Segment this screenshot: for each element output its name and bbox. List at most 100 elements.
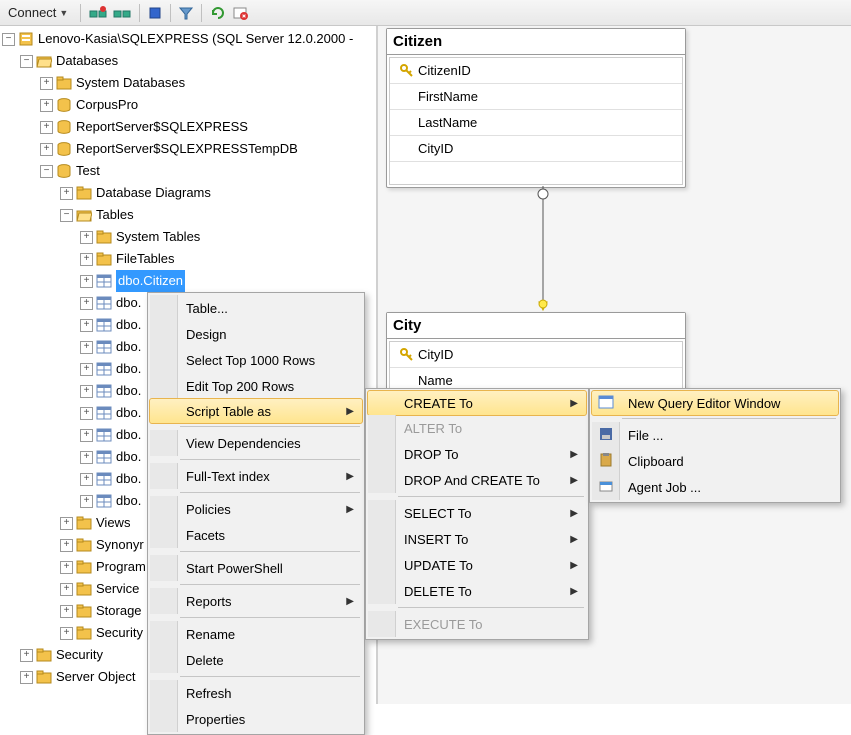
expand-systables[interactable]: + bbox=[80, 231, 93, 244]
menu-clipboard[interactable]: Clipboard bbox=[592, 448, 838, 474]
corpuspro-node[interactable]: CorpusPro bbox=[76, 94, 138, 116]
dbo-node[interactable]: dbo. bbox=[116, 490, 141, 512]
table-citizen[interactable]: Citizen CitizenID FirstName LastName Cit… bbox=[386, 28, 686, 188]
col-name[interactable]: Name bbox=[418, 373, 453, 388]
submenu-arrow-icon: ▶ bbox=[570, 449, 578, 460]
security-inner-node[interactable]: Security bbox=[96, 622, 143, 644]
tables-node[interactable]: Tables bbox=[96, 204, 134, 226]
menu-insert-to[interactable]: INSERT To▶ bbox=[368, 526, 586, 552]
menu-design[interactable]: Design bbox=[150, 321, 362, 347]
col-cityid[interactable]: CityID bbox=[418, 347, 453, 362]
menu-delete[interactable]: Delete bbox=[150, 647, 362, 673]
expand-sysdb[interactable]: + bbox=[40, 77, 53, 90]
dbo-node[interactable]: dbo. bbox=[116, 336, 141, 358]
menu-facets[interactable]: Facets bbox=[150, 522, 362, 548]
table-icon bbox=[96, 339, 112, 355]
submenu-arrow-icon: ▶ bbox=[346, 504, 354, 515]
disconnect-icon[interactable] bbox=[89, 4, 107, 21]
dbo-node[interactable]: dbo. bbox=[116, 424, 141, 446]
query-window-icon bbox=[598, 394, 614, 413]
menu-start-powershell[interactable]: Start PowerShell bbox=[150, 555, 362, 581]
server-node[interactable]: Lenovo-Kasia\SQLEXPRESS (SQL Server 12.0… bbox=[38, 28, 353, 50]
menu-view-dependencies[interactable]: View Dependencies bbox=[150, 430, 362, 456]
menu-reports[interactable]: Reports▶ bbox=[150, 588, 362, 614]
submenu-arrow-icon: ▶ bbox=[346, 471, 354, 482]
dbo-node[interactable]: dbo. bbox=[116, 402, 141, 424]
col-firstname[interactable]: FirstName bbox=[418, 89, 478, 104]
service-node[interactable]: Service bbox=[96, 578, 139, 600]
filter-icon[interactable] bbox=[179, 5, 193, 21]
menu-properties[interactable]: Properties bbox=[150, 706, 362, 732]
expand-report1[interactable]: + bbox=[40, 121, 53, 134]
col-cityid-fk[interactable]: CityID bbox=[418, 141, 453, 156]
dbo-node[interactable]: dbo. bbox=[116, 358, 141, 380]
folder-icon bbox=[76, 581, 92, 597]
menu-script-table-as[interactable]: Script Table as▶ bbox=[149, 398, 363, 424]
collapse-databases[interactable]: − bbox=[20, 55, 33, 68]
expand-report2[interactable]: + bbox=[40, 143, 53, 156]
expand-dbo-citizen[interactable]: + bbox=[80, 275, 93, 288]
report1-node[interactable]: ReportServer$SQLEXPRESS bbox=[76, 116, 248, 138]
disconnect-all-icon[interactable] bbox=[113, 4, 131, 21]
dbo-node[interactable]: dbo. bbox=[116, 446, 141, 468]
menu-rename[interactable]: Rename bbox=[150, 621, 362, 647]
col-lastname[interactable]: LastName bbox=[418, 115, 477, 130]
filetables-node[interactable]: FileTables bbox=[116, 248, 175, 270]
menu-create-to[interactable]: CREATE To▶ bbox=[367, 390, 587, 416]
activity-icon[interactable] bbox=[232, 4, 248, 21]
connect-label: Connect bbox=[8, 5, 56, 20]
submenu-arrow-icon: ▶ bbox=[346, 596, 354, 607]
dbo-node[interactable]: dbo. bbox=[116, 468, 141, 490]
menu-agent-job[interactable]: Agent Job ... bbox=[592, 474, 838, 500]
table-icon bbox=[96, 295, 112, 311]
system-databases-node[interactable]: System Databases bbox=[76, 72, 185, 94]
databases-node[interactable]: Databases bbox=[56, 50, 118, 72]
folder-icon bbox=[76, 625, 92, 641]
stop-icon[interactable] bbox=[148, 5, 162, 21]
collapse-test[interactable]: − bbox=[40, 165, 53, 178]
dbo-node[interactable]: dbo. bbox=[116, 380, 141, 402]
menu-fulltext-index[interactable]: Full-Text index▶ bbox=[150, 463, 362, 489]
menu-file[interactable]: File ... bbox=[592, 422, 838, 448]
expand-corpuspro[interactable]: + bbox=[40, 99, 53, 112]
storage-node[interactable]: Storage bbox=[96, 600, 142, 622]
folder-icon bbox=[96, 251, 112, 267]
views-node[interactable]: Views bbox=[96, 512, 130, 534]
menu-new-table[interactable]: Table... bbox=[150, 295, 362, 321]
menu-edit-top-200[interactable]: Edit Top 200 Rows bbox=[150, 373, 362, 399]
server-objects-node[interactable]: Server Object bbox=[56, 666, 135, 688]
report2-node[interactable]: ReportServer$SQLEXPRESSTempDB bbox=[76, 138, 298, 160]
table-icon bbox=[96, 317, 112, 333]
expand-filetables[interactable]: + bbox=[80, 253, 93, 266]
program-node[interactable]: Program bbox=[96, 556, 146, 578]
systables-node[interactable]: System Tables bbox=[116, 226, 200, 248]
menu-new-query-window[interactable]: New Query Editor Window bbox=[591, 390, 839, 416]
menu-select-to[interactable]: SELECT To▶ bbox=[368, 500, 586, 526]
table-city-title: City bbox=[387, 313, 685, 339]
security-node[interactable]: Security bbox=[56, 644, 103, 666]
menu-refresh[interactable]: Refresh bbox=[150, 680, 362, 706]
table-icon bbox=[96, 493, 112, 509]
connect-dropdown[interactable]: Connect ▼ bbox=[4, 3, 72, 22]
dbdiagrams-node[interactable]: Database Diagrams bbox=[96, 182, 211, 204]
collapse-tables[interactable]: − bbox=[60, 209, 73, 222]
create-to-submenu: New Query Editor Window File ... Clipboa… bbox=[589, 388, 841, 503]
menu-select-top-1000[interactable]: Select Top 1000 Rows bbox=[150, 347, 362, 373]
menu-drop-to[interactable]: DROP To▶ bbox=[368, 441, 586, 467]
dbo-node[interactable]: dbo. bbox=[116, 314, 141, 336]
dbo-citizen-node[interactable]: dbo.Citizen bbox=[116, 270, 185, 292]
test-node[interactable]: Test bbox=[76, 160, 100, 182]
table-icon bbox=[96, 361, 112, 377]
col-citizenid[interactable]: CitizenID bbox=[418, 63, 471, 78]
refresh-icon[interactable] bbox=[210, 4, 226, 21]
menu-delete-to[interactable]: DELETE To▶ bbox=[368, 578, 586, 604]
expand-diagrams[interactable]: + bbox=[60, 187, 73, 200]
menu-drop-create-to[interactable]: DROP And CREATE To▶ bbox=[368, 467, 586, 493]
menu-update-to[interactable]: UPDATE To▶ bbox=[368, 552, 586, 578]
synonyms-node[interactable]: Synonyr bbox=[96, 534, 144, 556]
folder-icon bbox=[76, 185, 92, 201]
dbo-node[interactable]: dbo. bbox=[116, 292, 141, 314]
menu-policies[interactable]: Policies▶ bbox=[150, 496, 362, 522]
collapse-server[interactable]: − bbox=[2, 33, 15, 46]
submenu-arrow-icon: ▶ bbox=[570, 560, 578, 571]
